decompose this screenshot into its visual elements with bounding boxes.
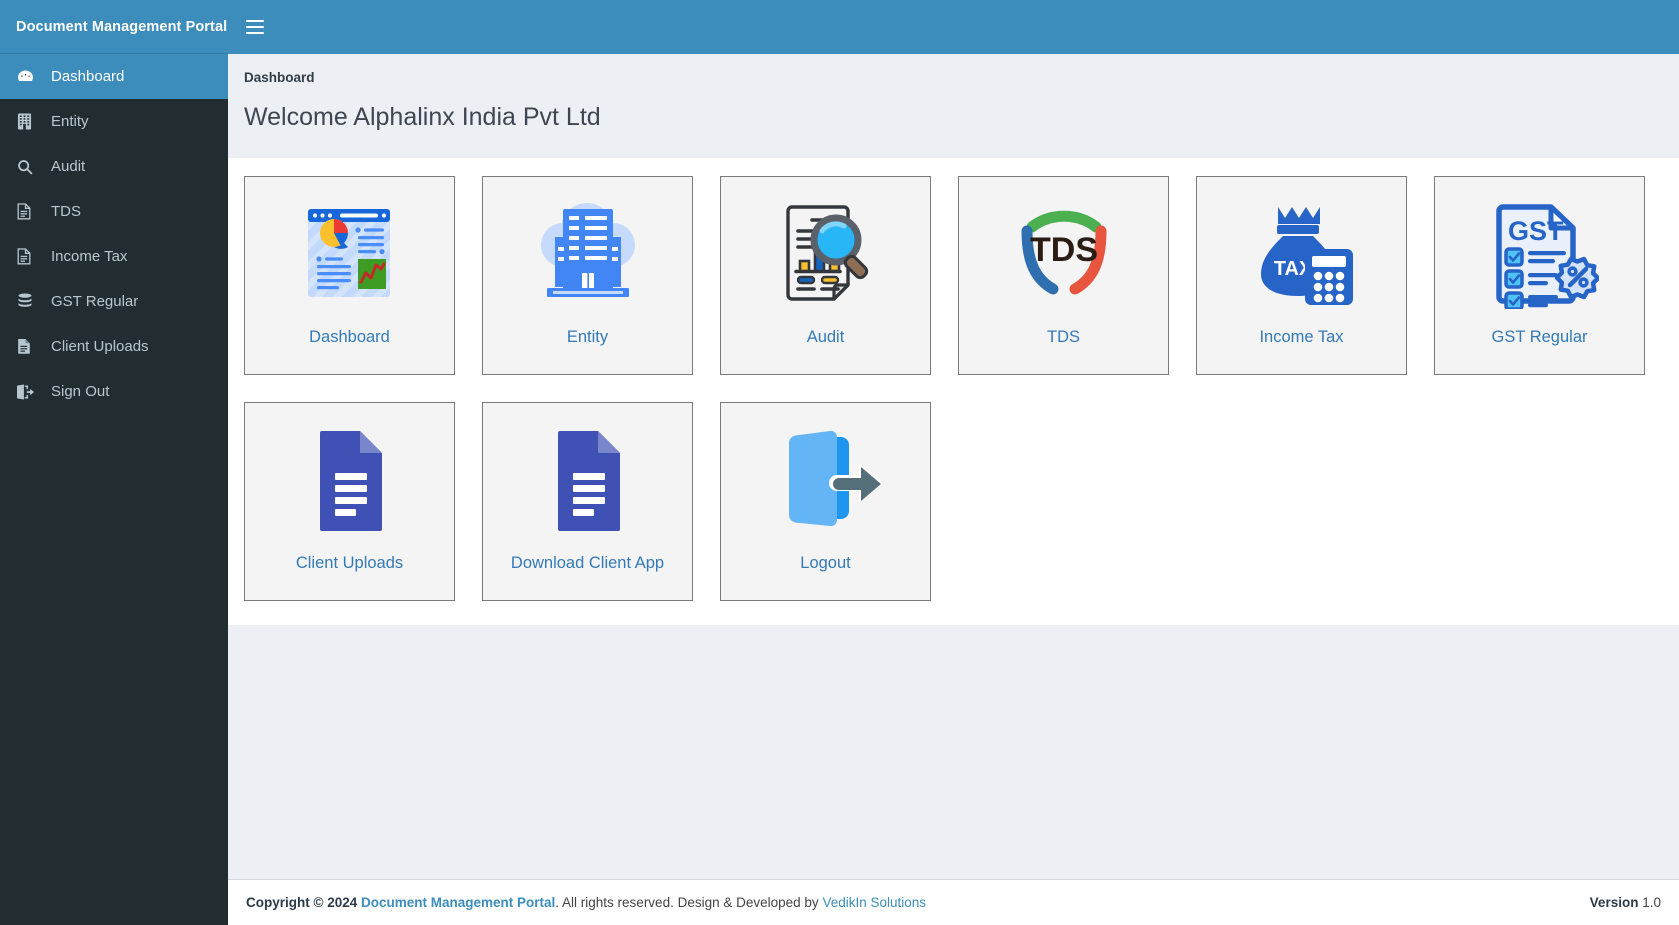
file-text-icon (17, 338, 43, 356)
tile-client-uploads[interactable]: Client Uploads (244, 402, 455, 601)
welcome-bar: Welcome Alphalinx India Pvt Ltd (228, 99, 1679, 158)
footer-version: Version 1.0 (1590, 895, 1661, 910)
sidebar-item-label: Sign Out (51, 383, 110, 400)
sidebar-item-label: Entity (51, 113, 89, 130)
building-cloud-icon (483, 177, 692, 329)
footer-portal-link[interactable]: Document Management Portal (361, 895, 555, 910)
audit-magnifier-icon (721, 177, 930, 329)
footer-version-value: 1.0 (1642, 895, 1661, 910)
footer-rights-text: . All rights reserved. Design & Develope… (555, 895, 819, 910)
page-title: Welcome Alphalinx India Pvt Ltd (244, 103, 601, 131)
brand-title[interactable]: Document Management Portal (0, 0, 228, 54)
tile-label: Client Uploads (295, 554, 404, 572)
dashboard-report-icon (245, 177, 454, 329)
sidebar-item-client-uploads[interactable]: Client Uploads (0, 324, 228, 369)
tiles-panel: Dashboard Entity Audit TDS TDS TAX Incom… (228, 158, 1679, 625)
sidebar-nav: Dashboard Entity Audit TDS Income Tax GS… (0, 54, 228, 414)
footer-copyright: Copyright © 2024 Document Management Por… (246, 895, 1590, 910)
app-root: Document Management Portal Dashboard Ent… (0, 0, 1679, 925)
sidebar-item-gst-regular[interactable]: GST Regular (0, 279, 228, 324)
document-icon (483, 403, 692, 555)
tile-label: Audit (806, 328, 845, 346)
sidebar-item-label: Audit (51, 158, 86, 175)
sidebar-item-entity[interactable]: Entity (0, 99, 228, 144)
footer-developer-link[interactable]: VedikIn Solutions (822, 895, 926, 910)
sidebar-item-label: TDS (51, 203, 81, 220)
file-icon (17, 248, 43, 266)
footer-version-label: Version (1589, 895, 1639, 910)
topbar (228, 0, 1679, 54)
breadcrumb-bar: Dashboard (228, 54, 1679, 99)
database-icon (17, 293, 43, 311)
tile-download-client-app[interactable]: Download Client App (482, 402, 693, 601)
tile-tds[interactable]: TDS TDS (958, 176, 1169, 375)
tile-gst-regular[interactable]: GST GST Regular (1434, 176, 1645, 375)
sidebar-item-audit[interactable]: Audit (0, 144, 228, 189)
gst-document-icon: GST (1435, 177, 1644, 329)
tile-audit[interactable]: Audit (720, 176, 931, 375)
svg-text:TDS: TDS (1030, 231, 1098, 269)
search-icon (17, 158, 43, 176)
tile-label: Entity (566, 328, 609, 346)
sidebar: Document Management Portal Dashboard Ent… (0, 0, 228, 925)
tile-label: Income Tax (1259, 328, 1344, 346)
sidebar-item-label: Client Uploads (51, 338, 149, 355)
tile-income-tax[interactable]: TAX Income Tax (1196, 176, 1407, 375)
tax-bag-calculator-icon: TAX (1197, 177, 1406, 329)
footer-copyright-prefix: Copyright © 2024 (246, 895, 358, 910)
tile-label: TDS (1047, 328, 1080, 346)
sidebar-item-tds[interactable]: TDS (0, 189, 228, 234)
tile-grid: Dashboard Entity Audit TDS TDS TAX Incom… (244, 176, 1663, 601)
tile-label: GST Regular (1491, 328, 1588, 346)
tile-label: Logout (800, 554, 851, 572)
tile-entity[interactable]: Entity (482, 176, 693, 375)
breadcrumb: Dashboard (244, 70, 315, 85)
sidebar-item-sign-out[interactable]: Sign Out (0, 369, 228, 414)
document-icon (245, 403, 454, 555)
sidebar-item-label: GST Regular (51, 293, 139, 310)
menu-toggle-icon[interactable] (246, 19, 264, 35)
tile-label: Download Client App (510, 554, 665, 572)
tile-label: Dashboard (309, 328, 390, 346)
tds-shield-icon: TDS (959, 177, 1168, 329)
file-icon (17, 203, 43, 221)
sidebar-item-label: Income Tax (51, 248, 128, 265)
dashboard-icon (17, 68, 43, 86)
svg-text:GST: GST (1508, 216, 1564, 246)
sidebar-item-income-tax[interactable]: Income Tax (0, 234, 228, 279)
sign-out-icon (17, 383, 43, 401)
logout-door-icon (721, 403, 930, 555)
content-wrapper: Dashboard Welcome Alphalinx India Pvt Lt… (228, 0, 1679, 925)
tile-dashboard[interactable]: Dashboard (244, 176, 455, 375)
tile-logout[interactable]: Logout (720, 402, 931, 601)
building-icon (17, 113, 43, 131)
footer: Copyright © 2024 Document Management Por… (228, 879, 1679, 925)
sidebar-item-dashboard[interactable]: Dashboard (0, 54, 228, 99)
sidebar-item-label: Dashboard (51, 68, 125, 85)
